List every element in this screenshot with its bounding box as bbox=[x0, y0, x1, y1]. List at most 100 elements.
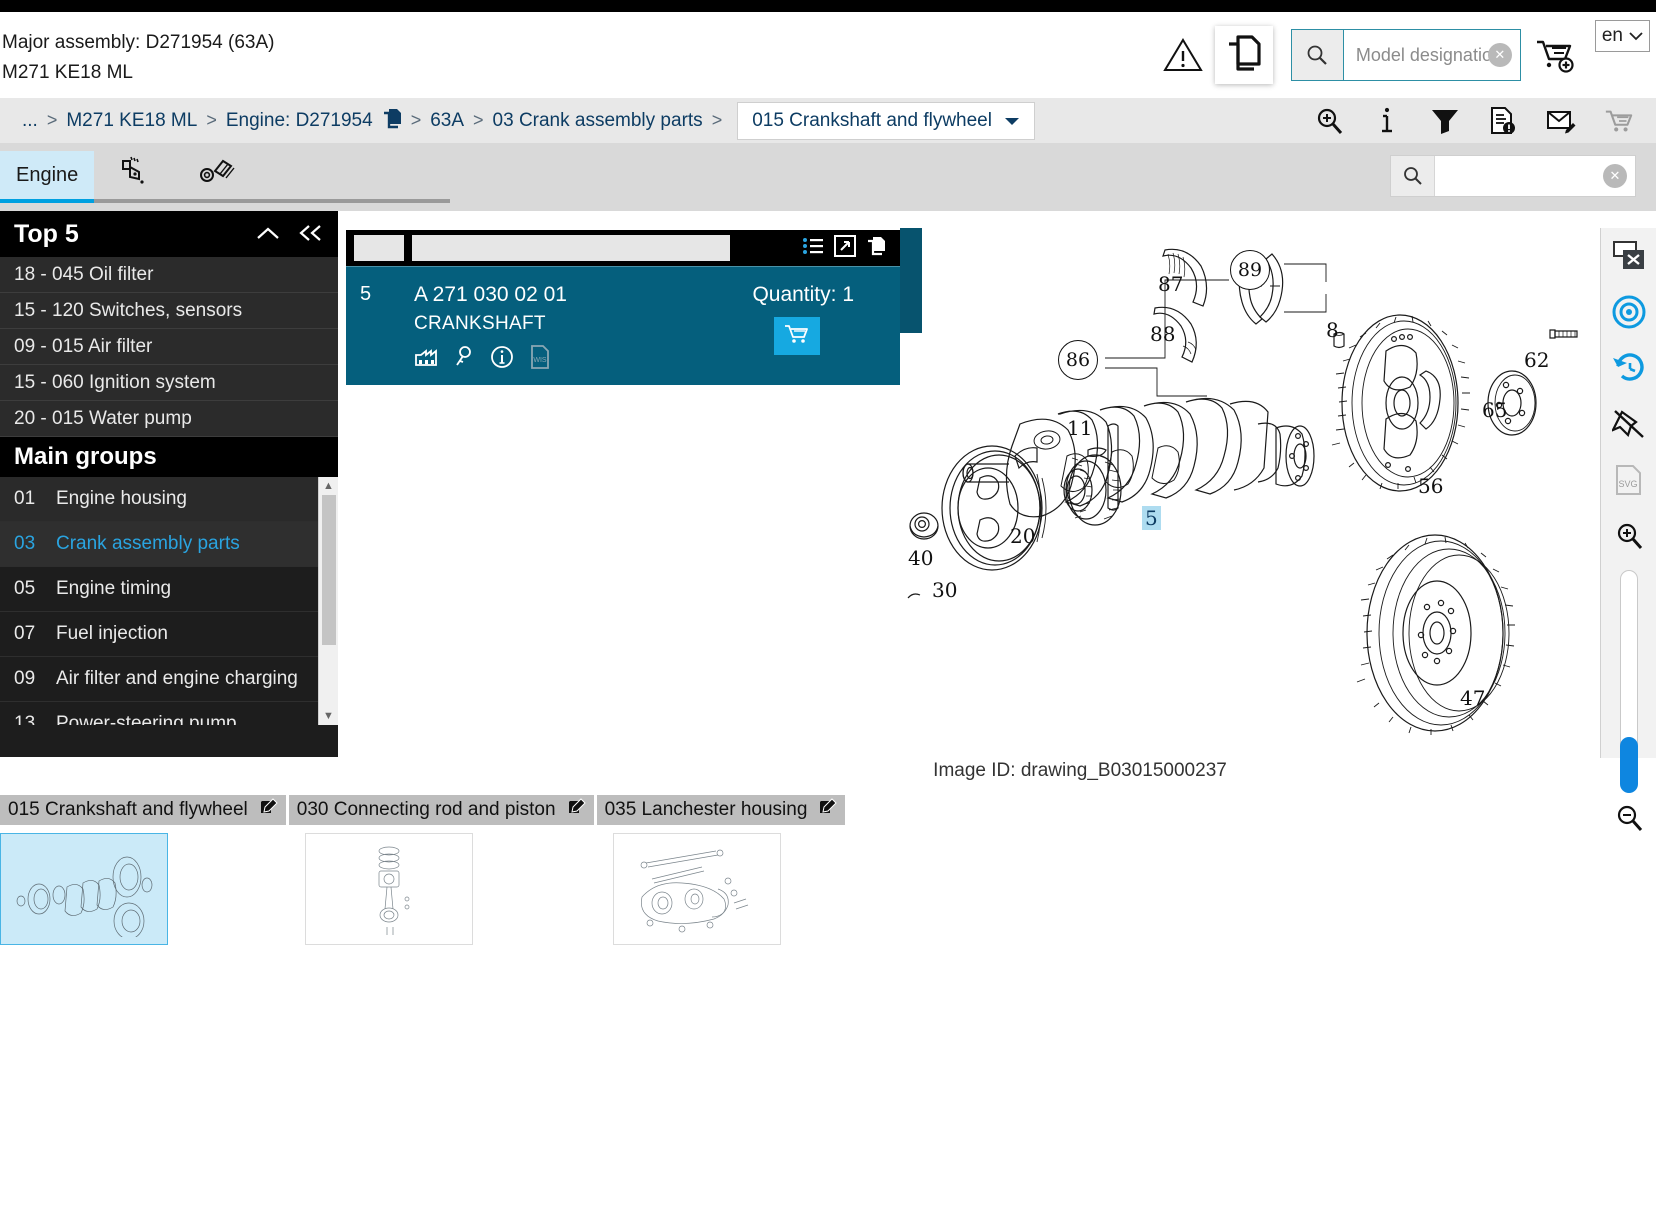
main-group-label: Power-steering pump, refrigerant compres… bbox=[56, 713, 242, 725]
edit-icon[interactable] bbox=[568, 798, 586, 822]
zoom-slider-knob[interactable] bbox=[1619, 737, 1638, 793]
drawing-callout-56[interactable]: 56 bbox=[1418, 474, 1443, 498]
parts-header-field-wide[interactable] bbox=[412, 235, 730, 261]
drawing-callout-8[interactable]: 8 bbox=[1326, 318, 1339, 342]
shopping-cart-icon[interactable] bbox=[1604, 106, 1634, 136]
thumbnail-image[interactable] bbox=[0, 833, 168, 945]
main-group-item-13[interactable]: 13 Power-steering pump, refrigerant comp… bbox=[0, 702, 318, 725]
lanchester-housing-thumb-drawing bbox=[640, 849, 748, 933]
top5-item[interactable]: 15 - 060 Ignition system bbox=[0, 365, 338, 401]
thumbnail-image[interactable] bbox=[612, 833, 781, 945]
copy-icon[interactable] bbox=[866, 235, 888, 262]
technical-drawing-viewer[interactable]: 87 89 86 88 8 62 65 11 56 5 20 40 30 47 bbox=[900, 228, 1600, 758]
top5-item[interactable]: 09 - 015 Air filter bbox=[0, 329, 338, 365]
drawing-callout-89[interactable]: 89 bbox=[1230, 250, 1270, 290]
search-icon[interactable] bbox=[1391, 156, 1435, 196]
expand-icon[interactable] bbox=[834, 234, 856, 262]
breadcrumb-item-ellipsis[interactable]: ... bbox=[22, 110, 38, 132]
zoom-slider[interactable] bbox=[1619, 570, 1638, 793]
breadcrumb-item-crank-assembly[interactable]: 03 Crank assembly parts bbox=[493, 110, 703, 132]
main-group-label: Fuel injection bbox=[56, 623, 168, 644]
parts-row[interactable]: 5 A 271 030 02 01 CRANKSHAFT WIS Quantit… bbox=[346, 266, 900, 385]
clear-x-icon[interactable]: ✕ bbox=[1487, 43, 1512, 67]
scroll-down-arrow[interactable]: ▼ bbox=[319, 707, 338, 725]
scrollbar-thumb[interactable] bbox=[322, 495, 336, 645]
drawing-callout-30[interactable]: 30 bbox=[932, 578, 957, 602]
zoom-in-icon[interactable] bbox=[1601, 508, 1656, 564]
breadcrumb-item-63a[interactable]: 63A bbox=[430, 110, 464, 132]
top5-item[interactable]: 18 - 045 Oil filter bbox=[0, 257, 338, 293]
mail-edit-icon[interactable] bbox=[1546, 106, 1576, 136]
drawing-callout-65[interactable]: 65 bbox=[1482, 398, 1507, 422]
main-group-item-07[interactable]: 07 Fuel injection bbox=[0, 612, 318, 657]
tab-bar: Engine ✕ bbox=[0, 143, 1656, 211]
top5-item[interactable]: 15 - 120 Switches, sensors bbox=[0, 293, 338, 329]
main-group-number: 13 bbox=[14, 713, 36, 725]
scroll-up-arrow[interactable]: ▲ bbox=[319, 477, 338, 495]
breadcrumb-item-model[interactable]: M271 KE18 ML bbox=[66, 110, 197, 132]
breadcrumb-current-dropdown[interactable]: 015 Crankshaft and flywheel bbox=[737, 101, 1035, 140]
main-group-item-05[interactable]: 05 Engine timing bbox=[0, 567, 318, 612]
edit-icon[interactable] bbox=[819, 798, 838, 822]
search-icon[interactable] bbox=[1291, 30, 1344, 80]
key-search-icon[interactable] bbox=[454, 346, 474, 373]
clear-x-icon[interactable]: ✕ bbox=[1603, 164, 1627, 188]
info-icon[interactable] bbox=[1372, 106, 1402, 136]
main-group-item-03[interactable]: 03 Crank assembly parts bbox=[0, 522, 318, 567]
main-groups-scrollbar[interactable]: ▲ ▼ bbox=[318, 477, 338, 725]
parts-header-field-small[interactable] bbox=[354, 235, 404, 261]
tab-hardware[interactable] bbox=[177, 151, 261, 203]
copy-icon[interactable] bbox=[382, 107, 402, 134]
chevron-up-icon[interactable] bbox=[256, 220, 280, 249]
close-window-icon[interactable] bbox=[1601, 228, 1656, 284]
top5-header: Top 5 bbox=[0, 211, 338, 257]
tabrow-search[interactable]: ✕ bbox=[1390, 155, 1636, 197]
thumbnail-035[interactable]: 035 Lanchester housing bbox=[596, 795, 846, 945]
drawing-callout-87[interactable]: 87 bbox=[1158, 272, 1183, 296]
document-alert-icon[interactable] bbox=[1488, 106, 1518, 136]
unpin-icon[interactable] bbox=[1601, 396, 1656, 452]
drawing-callout-11[interactable]: 11 bbox=[1067, 416, 1092, 440]
drawing-callout-88[interactable]: 88 bbox=[1150, 322, 1175, 346]
add-to-cart-icon bbox=[784, 323, 810, 350]
thumbnail-title-bar[interactable]: 030 Connecting rod and piston bbox=[288, 795, 594, 825]
tab-oil[interactable] bbox=[94, 151, 178, 203]
thumbnail-title-bar[interactable]: 015 Crankshaft and flywheel bbox=[0, 795, 286, 825]
main-group-item-01[interactable]: 01 Engine housing bbox=[0, 477, 318, 522]
tab-engine[interactable]: Engine bbox=[0, 151, 95, 203]
filter-icon[interactable] bbox=[1430, 106, 1460, 136]
drawing-callout-20[interactable]: 20 bbox=[1010, 524, 1035, 548]
drawing-callout-40[interactable]: 40 bbox=[908, 546, 933, 570]
svg-export-icon[interactable]: SVG bbox=[1601, 452, 1656, 508]
list-view-icon[interactable] bbox=[802, 236, 824, 261]
model-designation-search[interactable]: ✕ bbox=[1290, 29, 1521, 81]
wis-document-icon[interactable]: WIS bbox=[530, 345, 550, 374]
edit-icon[interactable] bbox=[260, 798, 278, 822]
language-selector[interactable]: en bbox=[1594, 20, 1650, 52]
breadcrumb-item-engine[interactable]: Engine: D271954 bbox=[226, 110, 373, 132]
exploded-parts-drawing[interactable] bbox=[900, 228, 1600, 758]
copy-documents-button[interactable] bbox=[1214, 26, 1273, 84]
add-part-to-cart-button[interactable] bbox=[774, 317, 820, 355]
top5-title: Top 5 bbox=[14, 219, 79, 248]
thumbnail-030[interactable]: 030 Connecting rod and piston bbox=[288, 795, 594, 945]
drawing-callout-5-selected[interactable]: 5 bbox=[1142, 506, 1161, 530]
thumbnail-title-bar[interactable]: 035 Lanchester housing bbox=[596, 795, 846, 825]
history-undo-icon[interactable] bbox=[1601, 340, 1656, 396]
target-icon[interactable] bbox=[1601, 284, 1656, 340]
double-chevron-left-icon[interactable] bbox=[298, 220, 324, 249]
warning-triangle-icon[interactable] bbox=[1157, 29, 1209, 81]
info-circle-icon[interactable] bbox=[490, 345, 514, 374]
thumbnail-image[interactable] bbox=[304, 833, 473, 945]
drawing-callout-47[interactable]: 47 bbox=[1460, 686, 1485, 710]
top5-item[interactable]: 20 - 015 Water pump bbox=[0, 401, 338, 437]
factory-icon[interactable] bbox=[414, 347, 438, 372]
main-group-number: 05 bbox=[14, 578, 36, 599]
add-to-cart-icon[interactable] bbox=[1521, 36, 1591, 74]
main-group-item-09[interactable]: 09 Air filter and engine charging bbox=[0, 657, 318, 702]
chevron-down-icon bbox=[1629, 25, 1643, 47]
drawing-callout-86[interactable]: 86 bbox=[1058, 340, 1098, 380]
zoom-in-icon[interactable] bbox=[1314, 106, 1344, 136]
drawing-callout-62[interactable]: 62 bbox=[1524, 348, 1549, 372]
thumbnail-015[interactable]: 015 Crankshaft and flywheel bbox=[0, 795, 286, 945]
